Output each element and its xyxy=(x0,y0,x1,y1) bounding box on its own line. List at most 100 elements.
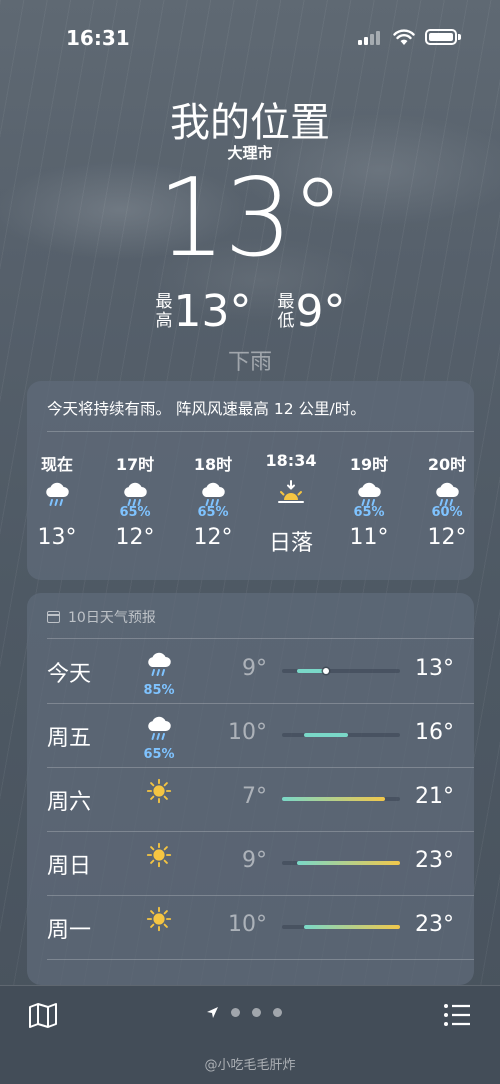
temp-range-fill xyxy=(282,797,386,801)
day-condition: 65% xyxy=(135,713,183,762)
battery-icon xyxy=(425,29,457,45)
list-icon[interactable] xyxy=(442,1002,472,1028)
bottom-toolbar: @小吃毛毛肝炸 xyxy=(0,985,500,1084)
low-temp: 10° xyxy=(228,912,267,937)
temp-range-fill xyxy=(304,925,400,929)
day-label: 周五 xyxy=(47,726,92,751)
hour-temp: 12° xyxy=(193,525,233,550)
high-label: 最高 xyxy=(155,292,173,331)
temp-range-fill xyxy=(296,861,401,865)
hour-label: 现在 xyxy=(40,455,73,474)
precip-chance: 85% xyxy=(143,683,175,698)
rain-cloud-icon xyxy=(417,479,474,507)
hour-label: 19时 xyxy=(349,455,389,474)
divider xyxy=(47,959,474,960)
sun-icon xyxy=(145,842,173,873)
rain-cloud-icon xyxy=(183,479,243,507)
precip-chance: 65% xyxy=(197,505,229,520)
divider xyxy=(47,703,474,704)
page-dot[interactable] xyxy=(252,1008,261,1017)
divider xyxy=(47,431,474,432)
day-label: 今天 xyxy=(47,662,92,687)
precip-chance: 65% xyxy=(353,505,385,520)
ten-day-forecast-card[interactable]: 10日天气预报 今天 85% 9° 13° 周五 65% 10° 16° 周六 7° 21° 周日 9°… xyxy=(27,593,474,985)
low-temp: 9° xyxy=(242,848,267,873)
hour-temp: 12° xyxy=(115,525,155,550)
rain-cloud-icon xyxy=(144,652,174,683)
low-temp: 10° xyxy=(228,720,267,745)
sun-icon xyxy=(145,778,173,809)
ten-day-header: 10日天气预报 xyxy=(47,607,156,627)
daily-row[interactable]: 周一 10° 23° xyxy=(27,895,474,959)
status-bar: 16:31 xyxy=(0,0,500,76)
hour-temp: 12° xyxy=(427,525,467,550)
rain-cloud-icon xyxy=(144,716,174,747)
temp-range-bar xyxy=(282,668,400,674)
temp-range-bar xyxy=(282,797,400,801)
low-temp: 7° xyxy=(242,784,267,809)
hour-temp: 13° xyxy=(37,525,77,550)
hour-label: 17时 xyxy=(115,455,155,474)
current-temp-marker xyxy=(323,668,330,674)
daily-row[interactable]: 周五 65% 10° 16° xyxy=(27,703,474,767)
high-value: 13° xyxy=(173,286,252,337)
sunset-icon xyxy=(261,479,321,507)
low-label: 最低 xyxy=(277,292,295,331)
rain-cloud-icon xyxy=(339,479,399,507)
map-icon[interactable] xyxy=(28,1002,58,1028)
ten-day-title: 10日天气预报 xyxy=(68,610,156,626)
high-temp: 16° xyxy=(415,720,454,745)
hour-temp: 11° xyxy=(349,525,389,550)
divider xyxy=(47,767,474,768)
page-indicator[interactable] xyxy=(206,1006,282,1019)
day-label: 周日 xyxy=(47,854,92,879)
high-temp: 13° xyxy=(415,656,454,681)
hour-label: 18时 xyxy=(193,455,233,474)
forecast-summary: 今天将持续有雨。 阵风风速最高 12 公里/时。 xyxy=(47,400,366,418)
temp-range-bar xyxy=(282,861,401,865)
clock: 16:31 xyxy=(66,26,130,50)
high-temp: 21° xyxy=(415,784,454,809)
temp-range-fill xyxy=(304,733,349,737)
hourly-item: 17时 65% 12° xyxy=(105,451,165,550)
hourly-item: 18:34 日落 xyxy=(261,451,321,557)
temp-range-bar xyxy=(282,925,400,929)
low-value: 9° xyxy=(295,286,346,337)
rain-cloud-icon xyxy=(27,479,87,507)
battery-cap xyxy=(458,34,461,40)
location-title: 我的位置 xyxy=(170,100,330,146)
temp-range-bar xyxy=(282,733,400,737)
high-temp: 23° xyxy=(415,912,454,937)
daily-row[interactable]: 周日 9° 23° xyxy=(27,831,474,895)
daily-row[interactable]: 周六 7° 21° xyxy=(27,767,474,831)
current-temperature: 13° xyxy=(157,156,344,281)
condition-text: 下雨 xyxy=(227,350,272,375)
day-condition xyxy=(135,777,183,809)
day-condition xyxy=(135,841,183,873)
rain-cloud-icon xyxy=(105,479,165,507)
precip-chance: 65% xyxy=(143,747,175,762)
wifi-icon xyxy=(393,29,415,45)
hour-label: 20时 xyxy=(427,455,467,474)
divider xyxy=(47,895,474,896)
page-dot[interactable] xyxy=(273,1008,282,1017)
cellular-signal-icon xyxy=(358,31,382,45)
low-temp: 9° xyxy=(242,656,267,681)
divider xyxy=(47,831,474,832)
watermark: @小吃毛毛肝炸 xyxy=(204,1058,296,1073)
temp-range-fill xyxy=(296,669,327,673)
precip-chance: 60% xyxy=(431,505,463,520)
hourly-item: 18时 65% 12° xyxy=(183,451,243,550)
day-label: 周六 xyxy=(47,790,92,815)
high-low: 最高 13° 最低 9° xyxy=(0,286,500,338)
page-dot[interactable] xyxy=(231,1008,240,1017)
location-arrow-icon xyxy=(207,1007,218,1018)
calendar-icon xyxy=(47,611,60,623)
precip-chance: 65% xyxy=(119,505,151,520)
hourly-item: 19时 65% 11° xyxy=(339,451,399,550)
daily-row[interactable]: 今天 85% 9° 13° xyxy=(27,639,474,703)
day-condition xyxy=(135,905,183,937)
hour-temp: 日落 xyxy=(268,531,313,556)
hourly-item: 现在 13° xyxy=(27,451,87,550)
hourly-forecast-card[interactable]: 今天将持续有雨。 阵风风速最高 12 公里/时。 现在 13° 17时 65% 12° 1… xyxy=(27,381,474,580)
